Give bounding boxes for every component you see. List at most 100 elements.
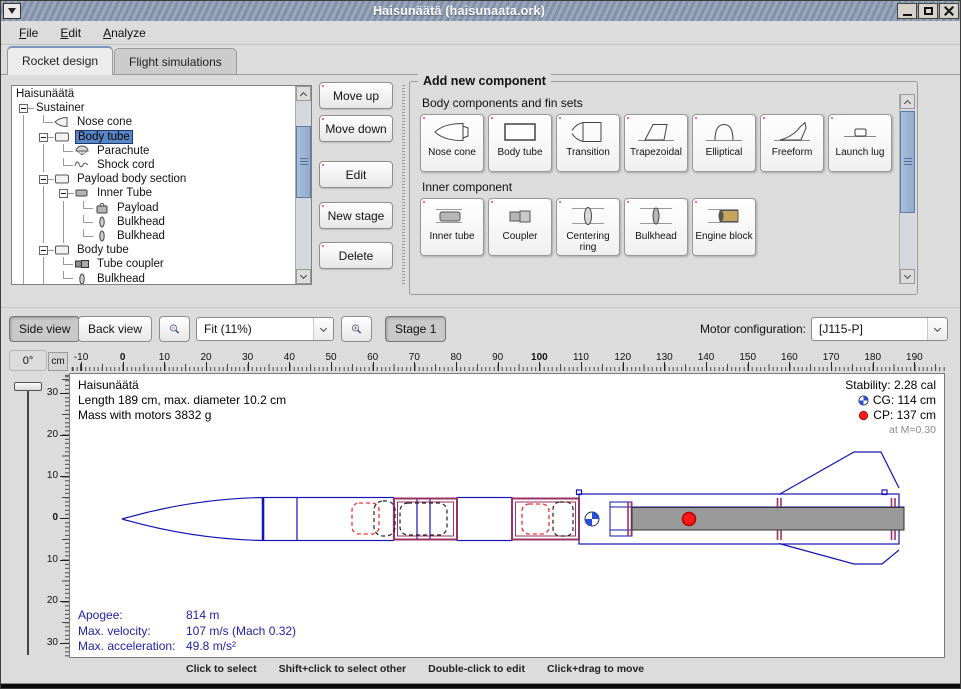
palette-scrollbar[interactable]	[899, 94, 915, 284]
palette-button-label: Trapezoidal	[630, 147, 682, 158]
chevron-down-icon[interactable]	[313, 318, 333, 340]
tree-item[interactable]: Nose cone	[14, 115, 294, 129]
tab-rocket-design[interactable]: Rocket design	[7, 46, 113, 75]
ruler-label: 20	[47, 595, 58, 606]
tree-item[interactable]: Inner Tube	[14, 186, 294, 200]
tree-expander[interactable]	[34, 172, 54, 186]
tree-expander[interactable]	[14, 101, 34, 115]
scroll-up-button[interactable]	[296, 86, 311, 101]
ruler-label: 180	[858, 352, 888, 363]
palette-button-label: Inner tube	[429, 231, 474, 242]
tree-item[interactable]: Bulkhead	[14, 229, 294, 243]
tree-item[interactable]: Body tube	[14, 243, 294, 257]
move-down-button[interactable]: Move down	[319, 115, 393, 142]
ruler-label: 30	[47, 637, 58, 648]
magnifier-minus-icon	[169, 321, 180, 337]
scrollbar-thumb[interactable]	[296, 126, 311, 198]
ruler-tick	[581, 362, 582, 371]
menu-analyze[interactable]: Analyze	[93, 24, 156, 42]
tab-flight-simulations[interactable]: Flight simulations	[114, 48, 237, 74]
new-stage-button[interactable]: New stage	[319, 202, 393, 229]
motor-configuration-combo[interactable]: [J115-P]	[811, 317, 948, 341]
bulkhead-icon	[636, 203, 676, 229]
delete-button[interactable]: Delete	[319, 242, 393, 269]
stage-1-toggle[interactable]: Stage 1	[385, 316, 446, 342]
ruler-label: 170	[816, 352, 846, 363]
trapezoidal-button[interactable]: Trapezoidal	[624, 114, 688, 172]
shock-cord-outline	[553, 502, 573, 536]
tree-item[interactable]: Tube coupler	[14, 257, 294, 271]
tree-guide	[54, 201, 74, 215]
tree-item[interactable]: Sustainer	[14, 101, 294, 115]
status-hint: Double-click to edit	[428, 663, 525, 675]
palette-button-label: Transition	[566, 147, 610, 158]
ruler-label: 30	[233, 352, 263, 363]
body-tube-button[interactable]: Body tube	[488, 114, 552, 172]
close-button[interactable]	[939, 3, 959, 19]
move-up-button[interactable]: Move up	[319, 82, 393, 109]
nose-cone-button[interactable]: Nose cone	[420, 114, 484, 172]
tree-guide	[54, 215, 74, 229]
tree-item[interactable]: Shock cord	[14, 158, 294, 172]
motor-configuration-value: [J115-P]	[819, 322, 863, 336]
scroll-down-button[interactable]	[296, 269, 311, 284]
palette-button-label: Nose cone	[428, 147, 476, 158]
title-bar[interactable]: Haisunäätä (haisunaata.ork)	[1, 1, 960, 21]
back-view-button[interactable]: Back view	[78, 316, 152, 342]
tree-item[interactable]: Payload	[14, 201, 294, 215]
zoom-level-combo[interactable]: Fit (11%)	[196, 317, 334, 341]
centering-ring-button[interactable]: Centering ring	[556, 198, 620, 256]
nose-cone-icon	[432, 119, 472, 145]
ruler-unit-label: cm	[48, 352, 68, 371]
ruler-label: 200	[941, 352, 945, 363]
shock-cord-icon	[74, 159, 92, 171]
zoom-out-button[interactable]	[159, 316, 190, 342]
edit-button[interactable]: Edit	[319, 161, 393, 188]
tree-item[interactable]: Bulkhead	[14, 215, 294, 229]
scrollbar-thumb[interactable]	[900, 111, 915, 213]
scroll-up-button[interactable]	[900, 94, 915, 109]
rocket-canvas[interactable]: Haisunäätä Length 189 cm, max. diameter …	[69, 373, 945, 658]
inner-tube-button[interactable]: Inner tube	[420, 198, 484, 256]
tree-expander[interactable]	[34, 243, 54, 257]
tree-item[interactable]: Body tube	[14, 130, 294, 144]
maximize-button[interactable]	[918, 3, 938, 19]
coupler-button[interactable]: Coupler	[488, 198, 552, 256]
ruler-tick	[414, 362, 415, 371]
motor-configuration-label: Motor configuration:	[700, 322, 806, 336]
tree-expander[interactable]	[54, 186, 74, 200]
scroll-down-button[interactable]	[900, 269, 915, 284]
transition-button[interactable]: Transition	[556, 114, 620, 172]
window-menu-icon[interactable]	[3, 3, 21, 19]
menu-file[interactable]: File	[9, 24, 48, 42]
tree-item[interactable]: Parachute	[14, 144, 294, 158]
menu-edit[interactable]: Edit	[50, 24, 91, 42]
tree-item[interactable]: Bulkhead	[14, 271, 294, 285]
elliptical-button[interactable]: Elliptical	[692, 114, 756, 172]
ruler-label: 70	[399, 352, 429, 363]
minimize-button[interactable]	[897, 3, 917, 19]
panel-splitter[interactable]	[400, 85, 406, 285]
rocket-view-area: 0° cm -100102030405060708090100110120130…	[1, 349, 961, 683]
ruler-tick	[289, 362, 290, 371]
menu-bar: FileEditAnalyze	[1, 21, 960, 45]
rotation-slider-handle[interactable]	[14, 382, 42, 391]
engine-block-button[interactable]: Engine block	[692, 198, 756, 256]
ruler-tick	[60, 601, 69, 602]
tree-expander[interactable]	[34, 130, 54, 144]
tree-item[interactable]: Payload body section	[14, 172, 294, 186]
launch-lug-button[interactable]: Launch lug	[828, 114, 892, 172]
side-view-button[interactable]: Side view	[9, 316, 80, 342]
tree-scrollbar[interactable]	[295, 86, 311, 284]
rotation-slider-track[interactable]	[27, 383, 29, 655]
payload-icon	[94, 202, 112, 214]
horizontal-ruler: -100102030405060708090100110120130140150…	[69, 351, 945, 371]
bulkhead-button[interactable]: Bulkhead	[624, 198, 688, 256]
ruler-label: -10	[69, 352, 96, 363]
chevron-down-icon[interactable]	[927, 318, 947, 340]
ruler-label: 20	[191, 352, 221, 363]
freeform-button[interactable]: Freeform	[760, 114, 824, 172]
zoom-in-button[interactable]	[341, 316, 372, 342]
ruler-label: 100	[524, 352, 554, 363]
tree-item[interactable]: Haisunäätä	[14, 87, 294, 101]
